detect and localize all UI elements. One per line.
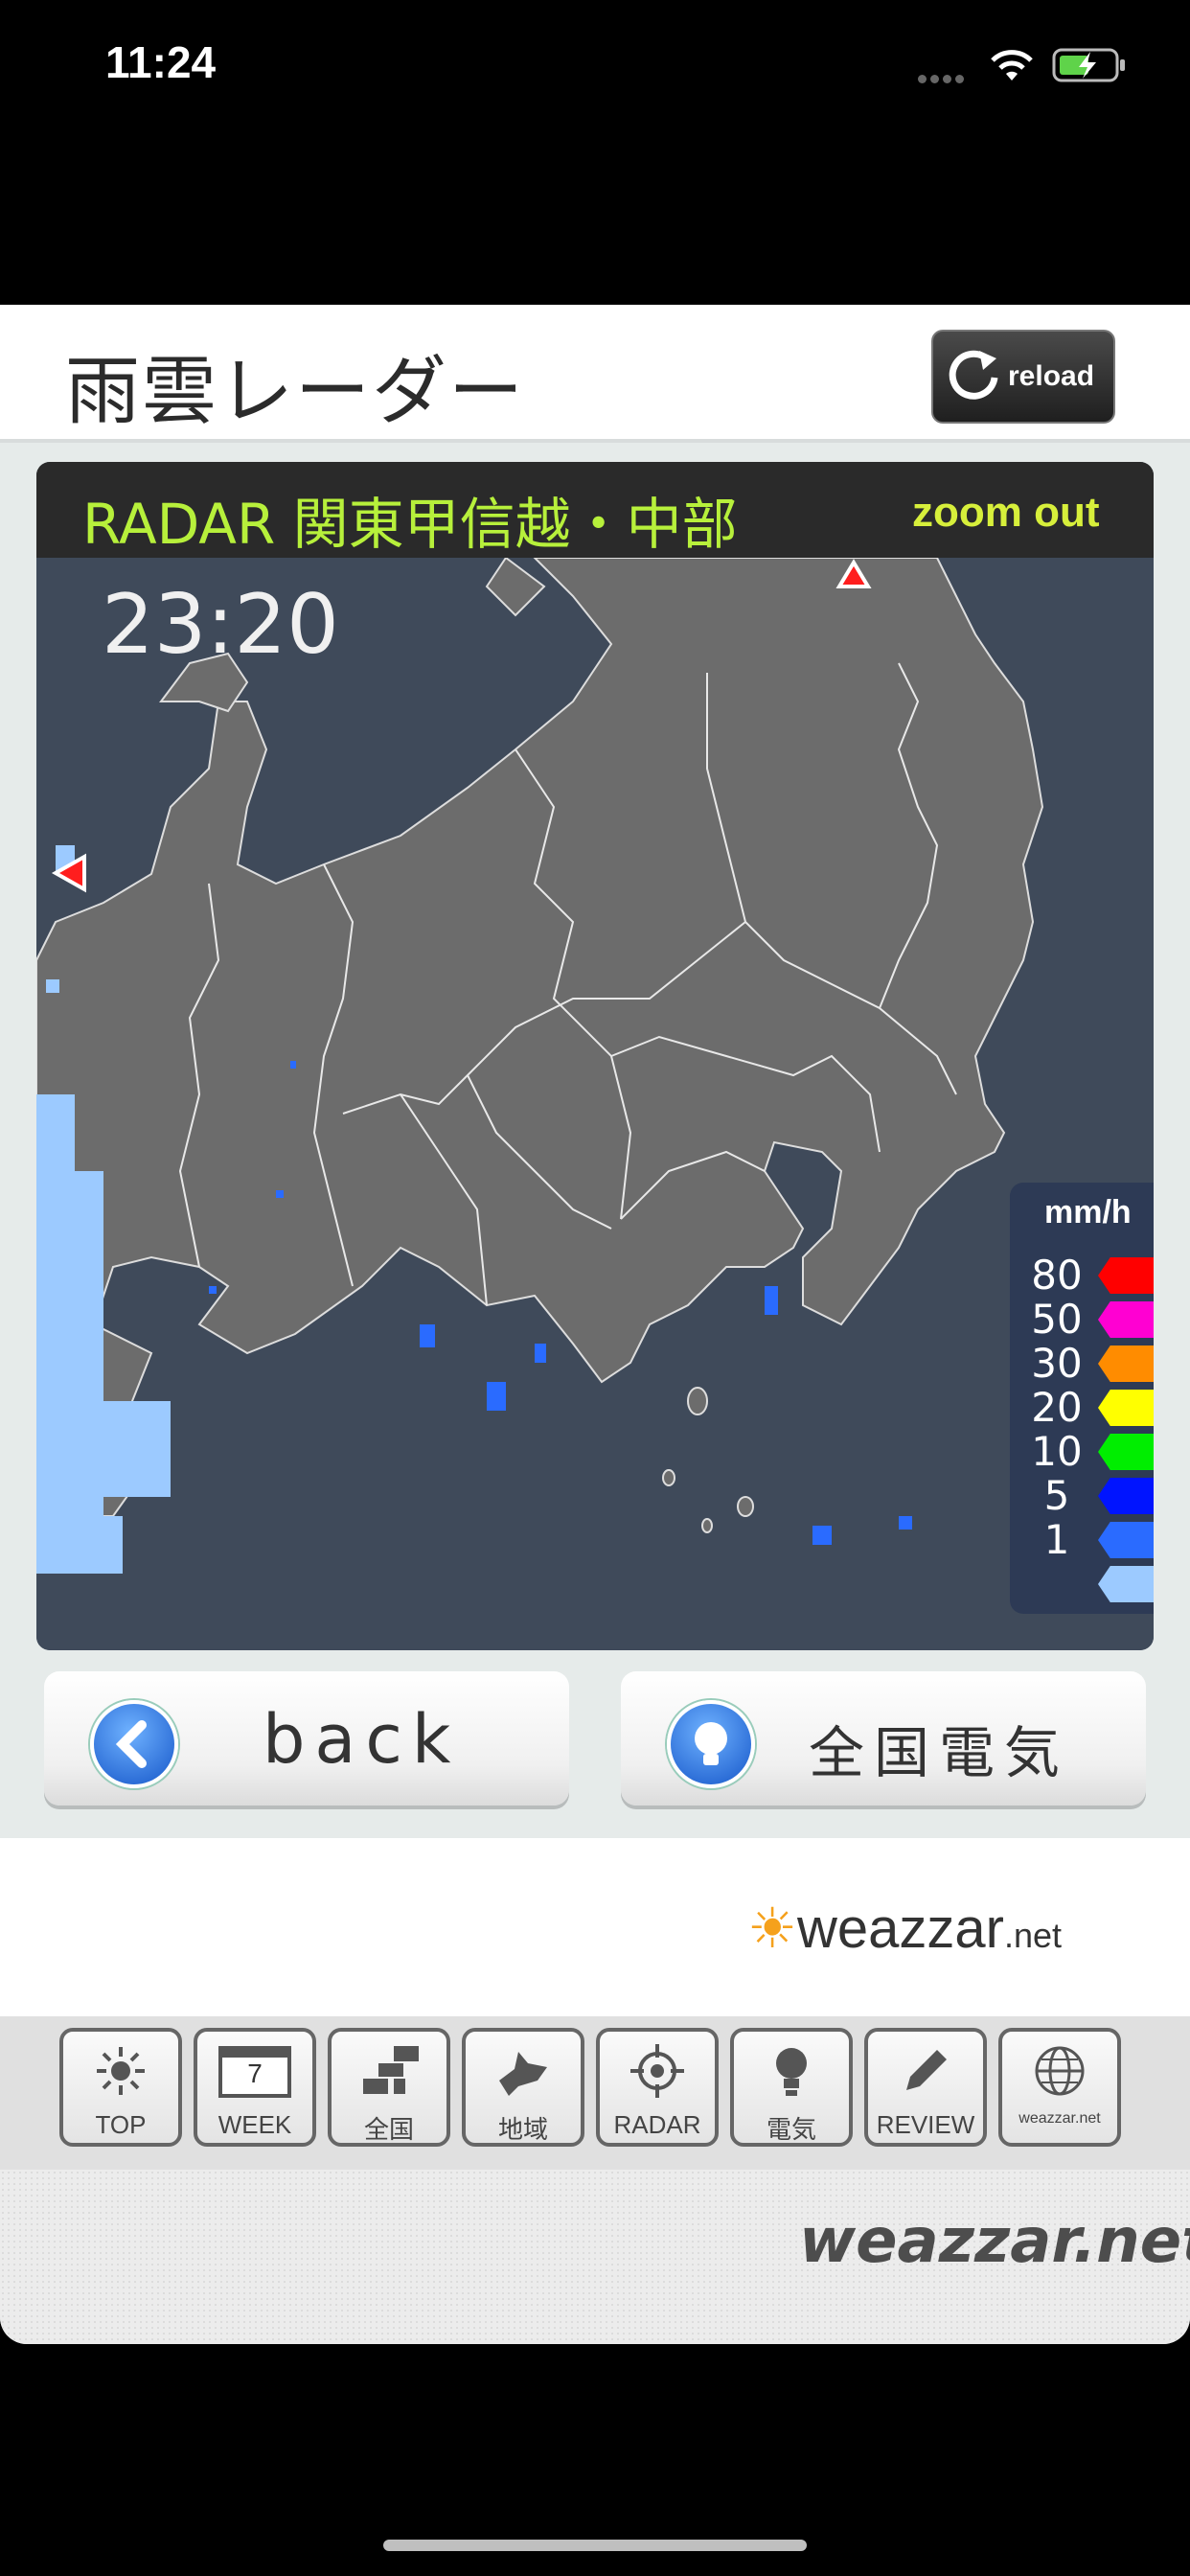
nav-label: 電気 (766, 2115, 816, 2144)
legend-label: 10 (1031, 1428, 1083, 1475)
legend-label: 1 (1043, 1516, 1070, 1563)
zoom-out-button[interactable]: zoom out (912, 489, 1100, 537)
crosshair-icon (600, 2037, 715, 2104)
globe-icon (1002, 2037, 1117, 2104)
legend-label: 5 (1043, 1472, 1070, 1519)
nav-label: RADAR (613, 2110, 701, 2139)
nav---button[interactable]: 電気 (730, 2028, 853, 2147)
nav-review-button[interactable]: REVIEW (864, 2028, 987, 2147)
japan-blocks-icon (332, 2037, 446, 2104)
reload-button[interactable]: reload (931, 330, 1115, 424)
legend-unit: mm/h (1044, 1194, 1132, 1230)
cellular-signal-icon (918, 69, 975, 83)
nav-radar-button[interactable]: RADAR (596, 2028, 719, 2147)
home-indicator (383, 2540, 807, 2551)
legend-swatch (1098, 1257, 1154, 1294)
cloud-sun-icon: ☀ (747, 1898, 797, 1960)
legend-label: 80 (1031, 1252, 1083, 1299)
legend-row (1010, 1562, 1154, 1606)
logo-text: weazzar (797, 1898, 1004, 1960)
legend-row: 5 (1010, 1474, 1154, 1518)
header: 雨雲レーダー reload (0, 305, 1190, 443)
nav---button[interactable]: 全国 (328, 2028, 450, 2147)
status-time: 11:24 (105, 37, 217, 87)
legend-row: 30 (1010, 1342, 1154, 1386)
legend-row: 10 (1010, 1430, 1154, 1474)
radar-time: 23:20 (102, 577, 339, 673)
legend-label: 50 (1031, 1296, 1083, 1343)
lightbulb-icon (667, 1700, 755, 1788)
wifi-icon (991, 50, 1033, 80)
pencil-icon (868, 2037, 983, 2104)
legend-row: 80 (1010, 1254, 1154, 1298)
week-badge: 7 (247, 2058, 263, 2088)
legend-row: 20 (1010, 1386, 1154, 1430)
radar-panel: RADAR 関東甲信越・中部 zoom out 23:20 mm/h 80 50… (36, 462, 1154, 1650)
legend-row: 50 (1010, 1298, 1154, 1342)
legend-label: 20 (1031, 1384, 1083, 1431)
legend-swatch (1098, 1301, 1154, 1338)
reload-label: reload (1008, 360, 1095, 392)
logo-suffix: .net (1003, 1916, 1063, 1955)
denki-label: 全国電気 (809, 1720, 1070, 1785)
radar-map[interactable] (36, 558, 1154, 1650)
sun-icon (63, 2037, 178, 2104)
battery-charging-icon (1052, 48, 1125, 82)
nav-label: weazzar.net (1018, 2110, 1101, 2127)
legend-swatch (1098, 1390, 1154, 1426)
chevron-left-icon (90, 1700, 178, 1788)
legend-swatch (1098, 1346, 1154, 1382)
lightbulb-icon (734, 2037, 849, 2104)
nav-label: WEEK (217, 2110, 292, 2139)
weazzar-big-logo: weazzar.net (799, 2206, 1190, 2277)
nav-top-button[interactable]: TOP (59, 2028, 182, 2147)
denki-button[interactable]: 全国電気 (621, 1671, 1146, 1806)
nav-label: TOP (95, 2110, 147, 2139)
legend-swatch (1098, 1478, 1154, 1514)
back-label: back (263, 1700, 461, 1779)
nav---button[interactable]: 地域 (462, 2028, 584, 2147)
hokkaido-icon (466, 2037, 581, 2104)
nav-label: 全国 (363, 2115, 414, 2144)
legend-swatch (1098, 1434, 1154, 1470)
radar-title-bar: RADAR 関東甲信越・中部 zoom out (36, 462, 1154, 558)
nav-label: REVIEW (876, 2110, 975, 2139)
weazzar-logo[interactable]: ☀weazzar.net (747, 1896, 1062, 1961)
back-button[interactable]: back (44, 1671, 569, 1806)
nav-week-button[interactable]: 7 WEEK (194, 2028, 316, 2147)
page-title: 雨雲レーダー (65, 349, 526, 435)
nav-label: 地域 (497, 2115, 548, 2144)
app-window: 雨雲レーダー reload RADAR 関東甲信越・中部 zoom out 23… (0, 305, 1190, 2344)
calendar-icon: 7 (197, 2037, 312, 2104)
radar-title: RADAR 関東甲信越・中部 (82, 492, 738, 557)
legend-row: 1 (1010, 1518, 1154, 1562)
legend-label: 30 (1031, 1340, 1083, 1387)
legend-swatch (1098, 1566, 1154, 1602)
nav-weazzar-net-button[interactable]: weazzar.net (998, 2028, 1121, 2147)
rain-legend: mm/h 80 50 30 20 10 5 1 (1010, 1183, 1154, 1614)
legend-swatch (1098, 1522, 1154, 1558)
bottom-nav: TOP 7 WEEK 全国 地域 RADAR 電気 REVIEW weazzar.net (0, 2016, 1190, 2170)
reload-icon (949, 350, 998, 400)
